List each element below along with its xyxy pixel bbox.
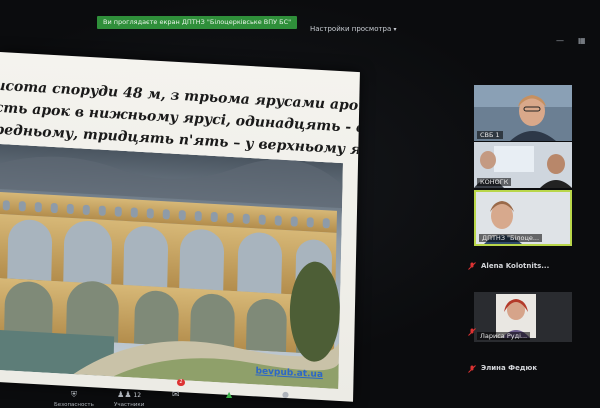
share-screen-icon: ▲ (226, 390, 233, 399)
view-options-menu[interactable]: Настройки просмотра ▾ (310, 25, 397, 33)
chat-button[interactable]: ✉ 2 (172, 379, 185, 401)
participant-video-tile[interactable]: КОНОГК (474, 142, 572, 188)
shared-slide: исота споруди 48 м, з трьома ярусами аро… (0, 52, 360, 402)
security-button[interactable]: ⛨ Безопасность (54, 382, 94, 408)
participant-video-tile[interactable]: Лариса Руді... (474, 292, 572, 342)
participant-name: Элина Федюк (481, 364, 538, 372)
aqueduct-photo (0, 143, 343, 389)
chat-bubble-icon: ✉ (172, 390, 180, 400)
participant-name: Лариса Руді... (477, 332, 531, 340)
participant-video-tile[interactable]: СВБ 1 (474, 85, 572, 141)
minimize-icon[interactable]: — (556, 37, 564, 45)
share-screen-button[interactable]: ▲ (226, 382, 232, 401)
record-icon: ● (282, 390, 289, 399)
chat-unread-badge: 2 (177, 379, 185, 386)
participants-button[interactable]: ♟♟ 12 Участники (114, 382, 144, 408)
participants-label: Участники (114, 402, 145, 408)
grid-view-icon[interactable]: ▦ (578, 37, 586, 45)
mic-muted-icon (468, 262, 476, 270)
participant-name: ДПТНЗ "Білоце... (479, 234, 543, 242)
participants-count: 12 (133, 392, 142, 399)
shield-icon: ⛨ (70, 390, 77, 399)
screen-share-banner: Ви проглядаєте екран ДПТНЗ "Білоцерківсь… (97, 16, 297, 29)
mic-muted-icon (468, 365, 476, 373)
aqueduct-photo-drawing (0, 143, 343, 389)
security-label: Безопасность (54, 402, 94, 408)
mic-muted-icon (468, 328, 476, 336)
active-speaker-tile[interactable]: ДПТНЗ "Білоце... (474, 190, 572, 246)
chevron-down-icon: ▾ (393, 26, 397, 33)
people-icon: ♟♟ (117, 390, 132, 399)
participant-name: КОНОГК (477, 178, 512, 186)
record-button[interactable]: ● (282, 382, 289, 401)
view-options-label: Настройки просмотра (310, 25, 392, 33)
participant-name: Alena Kolotnits... (481, 262, 550, 270)
participant-name: СВБ 1 (477, 131, 503, 139)
